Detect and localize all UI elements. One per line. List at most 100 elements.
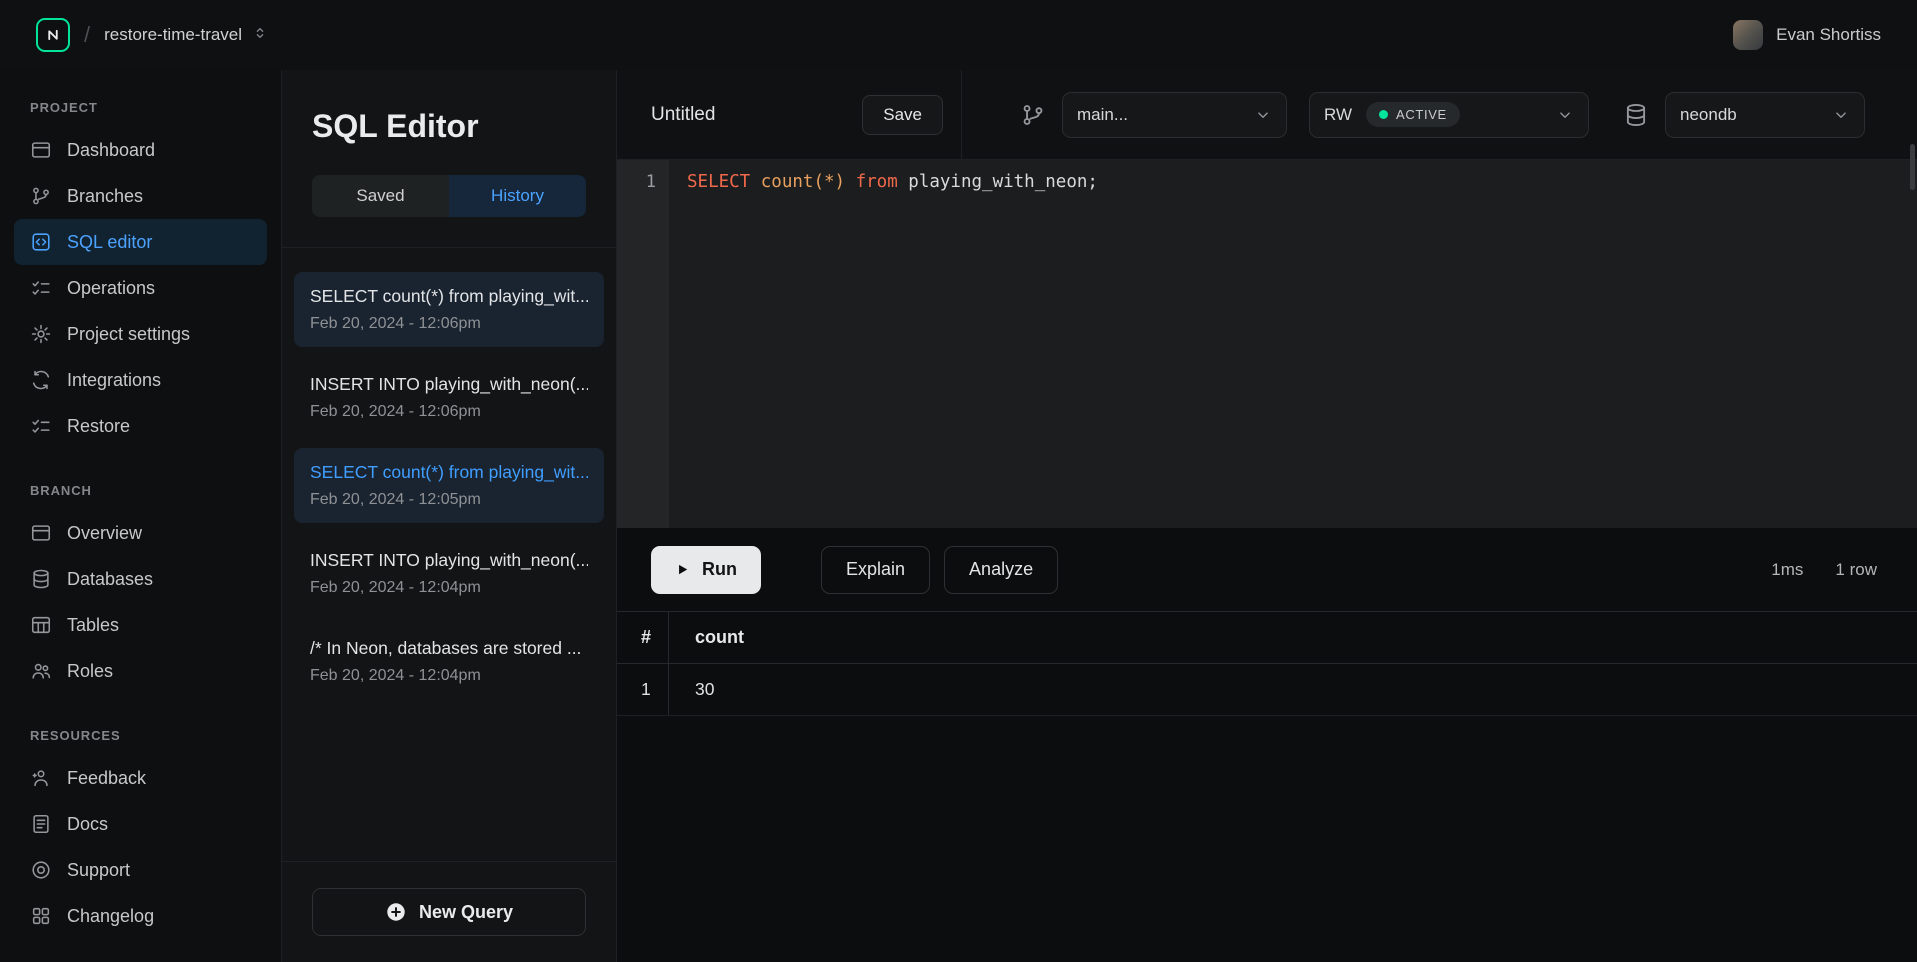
query-tab-title: Untitled	[651, 104, 715, 126]
tab-saved[interactable]: Saved	[312, 175, 449, 217]
tab-history[interactable]: History	[449, 175, 586, 217]
sql-editor-icon	[30, 231, 52, 253]
sidebar-item-dashboard[interactable]: Dashboard	[14, 127, 267, 173]
plus-circle-icon	[385, 901, 407, 923]
dashboard-icon	[30, 139, 52, 161]
query-panel: SQL Editor Saved History SELECT count(*)…	[281, 70, 617, 962]
new-query-label: New Query	[419, 902, 513, 923]
sidebar-item-label: SQL editor	[67, 232, 152, 253]
panel-footer: New Query	[282, 861, 616, 962]
branch-select-value: main...	[1077, 105, 1128, 125]
section-title-branch: BRANCH	[0, 483, 281, 498]
sql-keyword: from	[845, 172, 908, 192]
chevron-down-icon	[1254, 106, 1272, 124]
save-button[interactable]: Save	[862, 95, 943, 135]
editor-gutter: 1	[617, 160, 669, 528]
sidebar-item-restore[interactable]: Restore	[14, 403, 267, 449]
neon-logo[interactable]	[36, 18, 70, 52]
sidebar-item-tables[interactable]: Tables	[14, 602, 267, 648]
sidebar-item-label: Databases	[67, 569, 153, 590]
code-input[interactable]: SELECT count(*) from playing_with_neon;	[669, 160, 1917, 528]
sidebar-item-label: Feedback	[67, 768, 146, 789]
sql-function: count(*)	[761, 172, 845, 192]
chevron-down-icon	[1832, 106, 1850, 124]
compute-label: RW	[1324, 105, 1352, 125]
breadcrumb-separator: /	[84, 22, 90, 48]
history-item[interactable]: INSERT INTO playing_with_neon(... Feb 20…	[294, 536, 604, 611]
sidebar-item-label: Changelog	[67, 906, 154, 927]
history-query: INSERT INTO playing_with_neon(...	[310, 550, 588, 571]
topbar: / restore-time-travel Evan Shortiss	[0, 0, 1917, 70]
history-item-selected[interactable]: SELECT count(*) from playing_wit... Feb …	[294, 448, 604, 523]
results-header-row: # count	[617, 611, 1917, 664]
database-select[interactable]: neondb	[1665, 92, 1865, 138]
table-grid-icon	[30, 614, 52, 636]
sidebar-section-project: PROJECT Dashboard Branches SQL editor O	[0, 100, 281, 449]
user-avatar[interactable]	[1733, 20, 1763, 50]
history-timestamp: Feb 20, 2024 - 12:06pm	[310, 403, 588, 421]
sidebar: PROJECT Dashboard Branches SQL editor O	[0, 70, 281, 962]
history-timestamp: Feb 20, 2024 - 12:06pm	[310, 315, 588, 333]
section-title-project: PROJECT	[0, 100, 281, 115]
sidebar-item-operations[interactable]: Operations	[14, 265, 267, 311]
sidebar-item-docs[interactable]: Docs	[14, 801, 267, 847]
operations-checklist-icon	[30, 277, 52, 299]
chevron-down-icon	[1556, 106, 1574, 124]
breadcrumb-project-name: restore-time-travel	[104, 25, 242, 45]
run-button[interactable]: Run	[651, 546, 761, 594]
database-select-value: neondb	[1680, 105, 1737, 125]
sidebar-item-branches[interactable]: Branches	[14, 173, 267, 219]
lifebuoy-icon	[30, 859, 52, 881]
history-timestamp: Feb 20, 2024 - 12:04pm	[310, 667, 588, 685]
sidebar-item-label: Restore	[67, 416, 130, 437]
sidebar-item-feedback[interactable]: Feedback	[14, 755, 267, 801]
sidebar-item-label: Operations	[67, 278, 155, 299]
sidebar-item-integrations[interactable]: Integrations	[14, 357, 267, 403]
sidebar-section-resources: RESOURCES Feedback Docs Support Changel	[0, 728, 281, 939]
document-icon	[30, 813, 52, 835]
sidebar-item-project-settings[interactable]: Project settings	[14, 311, 267, 357]
sidebar-item-label: Docs	[67, 814, 108, 835]
chevron-up-down-icon	[252, 25, 268, 46]
person-feedback-icon	[30, 767, 52, 789]
sidebar-item-changelog[interactable]: Changelog	[14, 893, 267, 939]
query-title-area: Untitled Save	[617, 70, 962, 159]
scrollbar-thumb[interactable]	[1910, 144, 1915, 190]
analyze-button[interactable]: Analyze	[944, 546, 1058, 594]
query-duration: 1ms	[1771, 560, 1803, 580]
sql-keyword: SELECT	[687, 172, 761, 192]
sidebar-item-support[interactable]: Support	[14, 847, 267, 893]
history-timestamp: Feb 20, 2024 - 12:05pm	[310, 491, 588, 509]
history-list: SELECT count(*) from playing_wit... Feb …	[282, 248, 616, 861]
compute-endpoint-select[interactable]: RW ACTIVE	[1309, 92, 1589, 138]
project-switcher[interactable]: restore-time-travel	[104, 25, 268, 46]
page-title: SQL Editor	[282, 70, 616, 175]
sidebar-item-overview[interactable]: Overview	[14, 510, 267, 556]
editor-header: Untitled Save main... RW ACTIVE	[617, 70, 1917, 160]
sidebar-item-label: Support	[67, 860, 130, 881]
git-branch-icon	[30, 185, 52, 207]
sidebar-item-roles[interactable]: Roles	[14, 648, 267, 694]
section-title-resources: RESOURCES	[0, 728, 281, 743]
sidebar-item-label: Roles	[67, 661, 113, 682]
history-item[interactable]: /* In Neon, databases are stored ... Feb…	[294, 624, 604, 699]
table-row: 1 30	[617, 664, 1917, 716]
restore-checklist-icon	[30, 415, 52, 437]
sidebar-item-sql-editor[interactable]: SQL editor	[14, 219, 267, 265]
history-query: SELECT count(*) from playing_wit...	[310, 286, 588, 307]
history-item[interactable]: SELECT count(*) from playing_wit... Feb …	[294, 272, 604, 347]
new-query-button[interactable]: New Query	[312, 888, 586, 936]
history-item[interactable]: INSERT INTO playing_with_neon(... Feb 20…	[294, 360, 604, 435]
explain-button[interactable]: Explain	[821, 546, 930, 594]
topbar-left: / restore-time-travel	[36, 18, 268, 52]
app-body: PROJECT Dashboard Branches SQL editor O	[0, 70, 1917, 962]
sidebar-section-branch: BRANCH Overview Databases Tables Roles	[0, 483, 281, 694]
connection-toolbar: main... RW ACTIVE neondb	[962, 70, 1865, 159]
branch-select[interactable]: main...	[1062, 92, 1287, 138]
sidebar-item-label: Integrations	[67, 370, 161, 391]
results-table: # count 1 30	[617, 611, 1917, 716]
active-status-dot	[1379, 110, 1388, 119]
query-stats: 1ms 1 row	[1771, 560, 1877, 580]
sidebar-item-databases[interactable]: Databases	[14, 556, 267, 602]
gear-icon	[30, 323, 52, 345]
